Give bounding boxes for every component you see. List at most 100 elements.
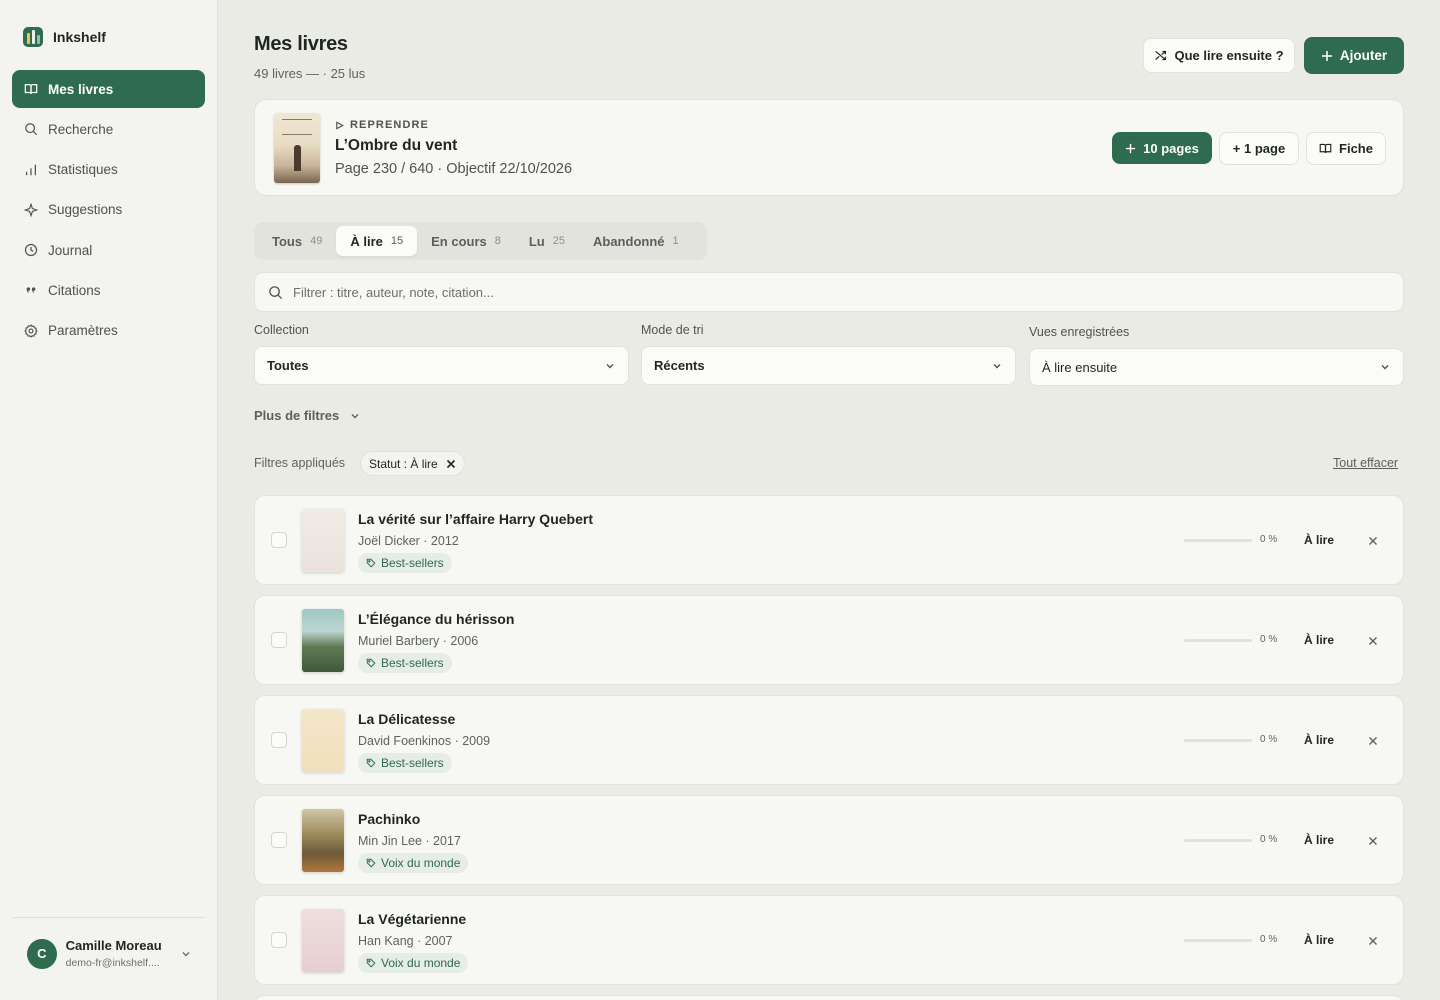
remove-button[interactable] (1365, 733, 1381, 749)
close-icon[interactable] (446, 459, 456, 469)
saved-views-label: Vues enregistrées (1029, 325, 1130, 339)
sidebar-item-recherche[interactable]: Recherche (12, 110, 205, 148)
close-icon (1369, 837, 1377, 845)
tag-icon (366, 658, 376, 668)
list-item[interactable] (254, 995, 1404, 1000)
collection-tag[interactable]: Best-sellers (358, 653, 452, 673)
remove-button[interactable] (1365, 933, 1381, 949)
add-ten-pages-button[interactable]: 10 pages (1112, 132, 1212, 164)
tab-tous[interactable]: Tous 49 (258, 226, 336, 256)
book-cover[interactable] (302, 909, 344, 972)
book-title[interactable]: La Délicatesse (358, 711, 455, 727)
tab-lu[interactable]: Lu 25 (515, 226, 579, 256)
sidebar-item-citations[interactable]: Citations (12, 271, 205, 309)
play-icon (336, 120, 344, 130)
tab-a-lire[interactable]: À lire 15 (336, 226, 418, 256)
chevron-down-icon (606, 363, 614, 368)
collection-tag-label: Voix du monde (381, 956, 461, 970)
tab-en-cours[interactable]: En cours 8 (417, 226, 515, 256)
book-cover[interactable] (302, 609, 344, 672)
progress-percent: 0 % (1260, 734, 1278, 745)
list-item[interactable]: Pachinko Min Jin Lee · 2017 Voix du monde 0… (254, 795, 1404, 885)
add-one-page-button[interactable]: + 1 page (1219, 132, 1299, 165)
sidebar-item-statistiques[interactable]: Statistiques (12, 151, 205, 189)
more-filters-label: Plus de filtres (254, 408, 340, 423)
progress-percent: 0 % (1260, 934, 1278, 945)
sidebar-item-label: Recherche (48, 121, 114, 137)
tab-abandonne[interactable]: Abandonné 1 (579, 226, 693, 256)
more-filters-toggle[interactable]: Plus de filtres (254, 408, 361, 423)
collection-label: Collection (254, 323, 309, 337)
suggest-next-button[interactable]: Que lire ensuite ? (1143, 38, 1295, 73)
chevron-down-icon (182, 951, 190, 956)
reading-status[interactable]: À lire (1304, 933, 1334, 947)
close-icon (1369, 637, 1377, 645)
applied-filters-label: Filtres appliqués (254, 456, 346, 470)
collection-tag[interactable]: Voix du monde (358, 953, 469, 973)
sort-value: Récents (654, 358, 705, 373)
brand[interactable]: Inkshelf (23, 27, 106, 47)
saved-views-select[interactable]: À lire ensuite (1029, 348, 1404, 386)
reading-status[interactable]: À lire (1304, 533, 1334, 547)
collection-tag[interactable]: Voix du monde (358, 853, 469, 873)
resume-book-title[interactable]: L’Ombre du vent (335, 137, 457, 155)
book-author-year: Joël Dicker · 2012 (358, 534, 459, 548)
tab-count: 49 (310, 235, 323, 247)
book-title[interactable]: La Végétarienne (358, 911, 466, 927)
select-checkbox[interactable] (271, 632, 287, 648)
select-checkbox[interactable] (271, 932, 287, 948)
collection-select[interactable]: Toutes (254, 346, 629, 385)
filter-input[interactable] (293, 284, 1403, 300)
book-author-year: David Foenkinos · 2009 (358, 734, 491, 748)
sidebar-item-suggestions[interactable]: Suggestions (12, 191, 205, 229)
search-icon (25, 123, 38, 136)
add-book-button[interactable]: Ajouter (1304, 37, 1404, 74)
sidebar-item-mes-livres[interactable]: Mes livres (12, 70, 205, 108)
book-title[interactable]: Pachinko (358, 811, 420, 827)
progress-bar (1184, 739, 1252, 742)
tab-count: 8 (494, 235, 501, 247)
sidebar-item-journal[interactable]: Journal (12, 231, 205, 269)
select-checkbox[interactable] (271, 532, 287, 548)
sort-select[interactable]: Récents (641, 346, 1016, 385)
collection-tag[interactable]: Best-sellers (358, 753, 452, 773)
book-cover[interactable] (274, 113, 320, 183)
filter-chip-status: Statut : À lire (360, 451, 465, 476)
reading-status[interactable]: À lire (1304, 833, 1334, 847)
clear-filters-link[interactable]: Tout effacer (1333, 456, 1398, 470)
book-cover[interactable] (302, 709, 344, 772)
reading-status[interactable]: À lire (1304, 633, 1334, 647)
tag-icon (366, 958, 376, 968)
select-checkbox[interactable] (271, 832, 287, 848)
sidebar-item-parametres[interactable]: Paramètres (12, 312, 205, 350)
list-item[interactable]: La Végétarienne Han Kang · 2007 Voix du mo… (254, 895, 1404, 985)
user-email: demo-fr@inkshelf.... (65, 957, 160, 969)
remove-button[interactable] (1365, 533, 1381, 549)
list-item[interactable]: L’Élégance du hérisson Muriel Barbery · 2… (254, 595, 1404, 685)
select-checkbox[interactable] (271, 732, 287, 748)
book-author-year: Han Kang · 2007 (358, 934, 453, 948)
suggest-next-label: Que lire ensuite ? (1174, 48, 1284, 63)
add-book-label: Ajouter (1339, 48, 1388, 63)
user-menu[interactable]: C Camille Moreau demo-fr@inkshelf.... (27, 938, 192, 969)
add-ten-pages-label: 10 pages (1143, 140, 1199, 156)
remove-button[interactable] (1365, 833, 1381, 849)
book-title[interactable]: La vérité sur l’affaire Harry Quebert (358, 511, 593, 527)
collection-tag[interactable]: Best-sellers (358, 553, 452, 573)
divider (12, 917, 205, 918)
reading-status[interactable]: À lire (1304, 733, 1334, 747)
book-cover[interactable] (302, 809, 344, 872)
sidebar-item-label: Citations (48, 282, 101, 298)
book-cover[interactable] (302, 509, 344, 572)
close-icon (1369, 937, 1377, 945)
sidebar-item-label: Paramètres (48, 323, 118, 339)
list-item[interactable]: La vérité sur l’affaire Harry Quebert Joë… (254, 495, 1404, 585)
remove-button[interactable] (1365, 633, 1381, 649)
book-sheet-button[interactable]: Fiche (1306, 132, 1386, 165)
progress-percent: 0 % (1260, 634, 1278, 645)
book-title[interactable]: L’Élégance du hérisson (358, 611, 514, 627)
collection-tag-label: Best-sellers (381, 656, 444, 670)
sidebar-item-label: Suggestions (48, 202, 123, 218)
tab-label: Tous (272, 233, 303, 249)
list-item[interactable]: La Délicatesse David Foenkinos · 2009 Best… (254, 695, 1404, 785)
